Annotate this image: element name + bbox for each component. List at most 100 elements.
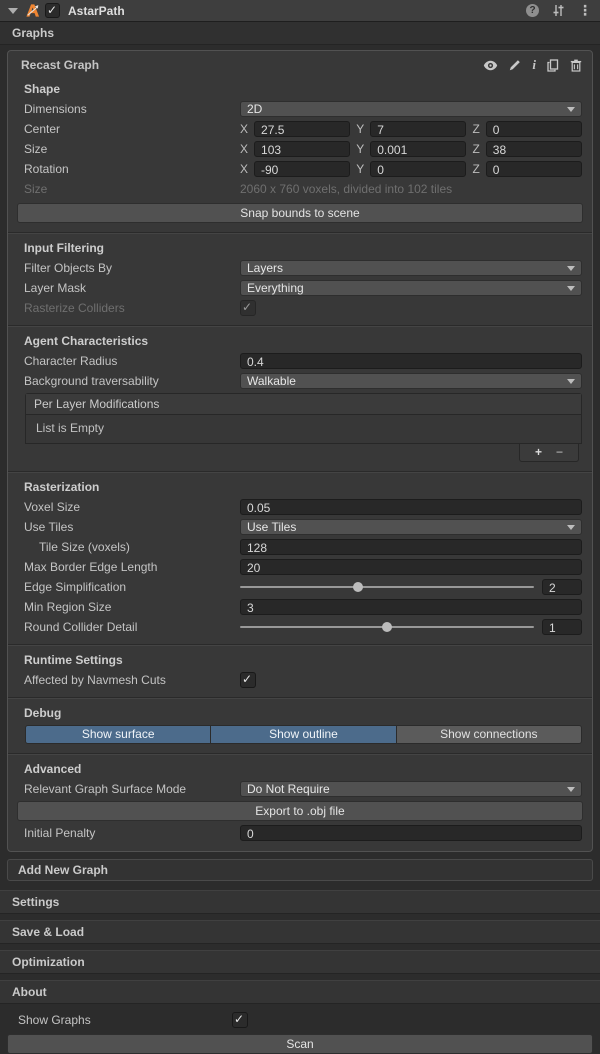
axis-z-label[interactable]: Z bbox=[472, 122, 479, 136]
axis-y-label[interactable]: Y bbox=[356, 122, 364, 136]
show-connections-button[interactable]: Show connections bbox=[397, 726, 581, 743]
size-x-field[interactable]: 103 bbox=[254, 141, 350, 157]
section-settings[interactable]: Settings bbox=[0, 890, 600, 914]
edit-pencil-icon[interactable] bbox=[509, 59, 521, 71]
section-divider bbox=[8, 325, 592, 327]
list-remove-button[interactable]: − bbox=[556, 445, 563, 460]
dimensions-dropdown[interactable]: 2D bbox=[240, 101, 582, 117]
help-icon[interactable]: ? bbox=[526, 4, 539, 17]
section-about[interactable]: About bbox=[0, 980, 600, 1004]
presets-icon[interactable] bbox=[552, 4, 565, 17]
chevron-down-icon bbox=[567, 379, 575, 384]
slider-thumb[interactable] bbox=[353, 582, 363, 592]
rotation-row: Rotation X -90 Y 0 Z 0 bbox=[24, 161, 582, 177]
center-label: Center bbox=[24, 122, 240, 136]
duplicate-icon[interactable] bbox=[547, 59, 559, 72]
section-graphs[interactable]: Graphs bbox=[0, 22, 600, 45]
snap-bounds-button[interactable]: Snap bounds to scene bbox=[17, 203, 583, 223]
section-settings-label: Settings bbox=[12, 895, 59, 909]
filter-objects-by-dropdown[interactable]: Layers bbox=[240, 260, 582, 276]
axis-z-label[interactable]: Z bbox=[472, 162, 479, 176]
round-collider-detail-slider[interactable] bbox=[240, 626, 534, 628]
component-enabled-checkbox[interactable] bbox=[45, 3, 60, 18]
round-collider-detail-field[interactable]: 1 bbox=[542, 619, 582, 635]
round-collider-detail-label: Round Collider Detail bbox=[24, 620, 240, 634]
axis-z-label[interactable]: Z bbox=[472, 142, 479, 156]
show-graphs-checkbox[interactable] bbox=[232, 1012, 248, 1028]
max-border-edge-length-field[interactable]: 20 bbox=[240, 559, 582, 575]
rotation-x-field[interactable]: -90 bbox=[254, 161, 350, 177]
chevron-down-icon bbox=[567, 525, 575, 530]
section-optimization-label: Optimization bbox=[12, 955, 85, 969]
background-traversability-row: Background traversability Walkable bbox=[24, 373, 582, 389]
add-new-graph-label: Add New Graph bbox=[18, 863, 108, 877]
chevron-down-icon bbox=[567, 787, 575, 792]
section-optimization[interactable]: Optimization bbox=[0, 950, 600, 974]
center-row: Center X 27.5 Y 7 Z 0 bbox=[24, 121, 582, 137]
size-info-label: Size bbox=[24, 182, 240, 196]
center-y-field[interactable]: 7 bbox=[370, 121, 466, 137]
advanced-heading: Advanced bbox=[24, 762, 592, 776]
input-filtering-heading: Input Filtering bbox=[24, 241, 592, 255]
character-radius-label: Character Radius bbox=[24, 354, 240, 368]
layer-mask-dropdown[interactable]: Everything bbox=[240, 280, 582, 296]
use-tiles-row: Use Tiles Use Tiles bbox=[24, 519, 582, 535]
layer-mask-row: Layer Mask Everything bbox=[24, 280, 582, 296]
size-z-field[interactable]: 38 bbox=[486, 141, 582, 157]
round-collider-detail-row: Round Collider Detail 1 bbox=[24, 619, 582, 635]
recast-graph-title: Recast Graph bbox=[21, 58, 99, 72]
rasterize-colliders-label: Rasterize Colliders bbox=[24, 301, 240, 315]
initial-penalty-field[interactable]: 0 bbox=[240, 825, 582, 841]
show-outline-button[interactable]: Show outline bbox=[211, 726, 396, 743]
rasterization-heading: Rasterization bbox=[24, 480, 592, 494]
use-tiles-label: Use Tiles bbox=[24, 520, 240, 534]
kebab-menu-icon[interactable]: ⋮ bbox=[578, 4, 592, 17]
voxel-size-row: Voxel Size 0.05 bbox=[24, 499, 582, 515]
axis-y-label[interactable]: Y bbox=[356, 162, 364, 176]
per-layer-modifications-header[interactable]: Per Layer Modifications bbox=[26, 394, 581, 415]
center-x-field[interactable]: 27.5 bbox=[254, 121, 350, 137]
voxel-size-field[interactable]: 0.05 bbox=[240, 499, 582, 515]
center-z-field[interactable]: 0 bbox=[486, 121, 582, 137]
section-divider bbox=[8, 644, 592, 646]
edge-simplification-slider[interactable] bbox=[240, 586, 534, 588]
tile-size-field[interactable]: 128 bbox=[240, 539, 582, 555]
rotation-label: Rotation bbox=[24, 162, 240, 176]
list-add-button[interactable]: + bbox=[535, 445, 542, 460]
use-tiles-dropdown[interactable]: Use Tiles bbox=[240, 519, 582, 535]
size-y-field[interactable]: 0.001 bbox=[370, 141, 466, 157]
character-radius-field[interactable]: 0.4 bbox=[240, 353, 582, 369]
relevant-graph-surface-mode-dropdown[interactable]: Do Not Require bbox=[240, 781, 582, 797]
axis-y-label[interactable]: Y bbox=[356, 142, 364, 156]
add-new-graph-button[interactable]: Add New Graph bbox=[7, 859, 593, 881]
axis-x-label[interactable]: X bbox=[240, 122, 248, 136]
initial-penalty-label: Initial Penalty bbox=[24, 826, 240, 840]
rotation-y-field[interactable]: 0 bbox=[370, 161, 466, 177]
rasterize-colliders-checkbox bbox=[240, 300, 256, 316]
info-icon[interactable]: i bbox=[532, 57, 536, 73]
chevron-down-icon bbox=[567, 107, 575, 112]
min-region-size-field[interactable]: 3 bbox=[240, 599, 582, 615]
size-info-row: Size 2060 x 760 voxels, divided into 102… bbox=[24, 181, 582, 197]
rotation-z-field[interactable]: 0 bbox=[486, 161, 582, 177]
axis-x-label[interactable]: X bbox=[240, 162, 248, 176]
affected-by-navmesh-cuts-checkbox[interactable] bbox=[240, 672, 256, 688]
chevron-down-icon bbox=[567, 266, 575, 271]
rasterize-colliders-row: Rasterize Colliders bbox=[24, 300, 582, 316]
background-traversability-dropdown[interactable]: Walkable bbox=[240, 373, 582, 389]
export-obj-button[interactable]: Export to .obj file bbox=[17, 801, 583, 821]
delete-trash-icon[interactable] bbox=[570, 59, 582, 72]
component-header: AstarPath ? ⋮ bbox=[0, 0, 600, 22]
section-save-load[interactable]: Save & Load bbox=[0, 920, 600, 944]
axis-x-label[interactable]: X bbox=[240, 142, 248, 156]
affected-by-navmesh-cuts-label: Affected by Navmesh Cuts bbox=[24, 673, 240, 687]
visibility-eye-icon[interactable] bbox=[483, 60, 498, 71]
foldout-arrow-icon[interactable] bbox=[8, 8, 18, 14]
section-divider bbox=[8, 753, 592, 755]
size-info-value: 2060 x 760 voxels, divided into 102 tile… bbox=[240, 182, 452, 196]
scan-button[interactable]: Scan bbox=[7, 1034, 593, 1054]
slider-thumb[interactable] bbox=[382, 622, 392, 632]
edge-simplification-field[interactable]: 2 bbox=[542, 579, 582, 595]
show-surface-button[interactable]: Show surface bbox=[26, 726, 211, 743]
section-divider bbox=[8, 232, 592, 234]
